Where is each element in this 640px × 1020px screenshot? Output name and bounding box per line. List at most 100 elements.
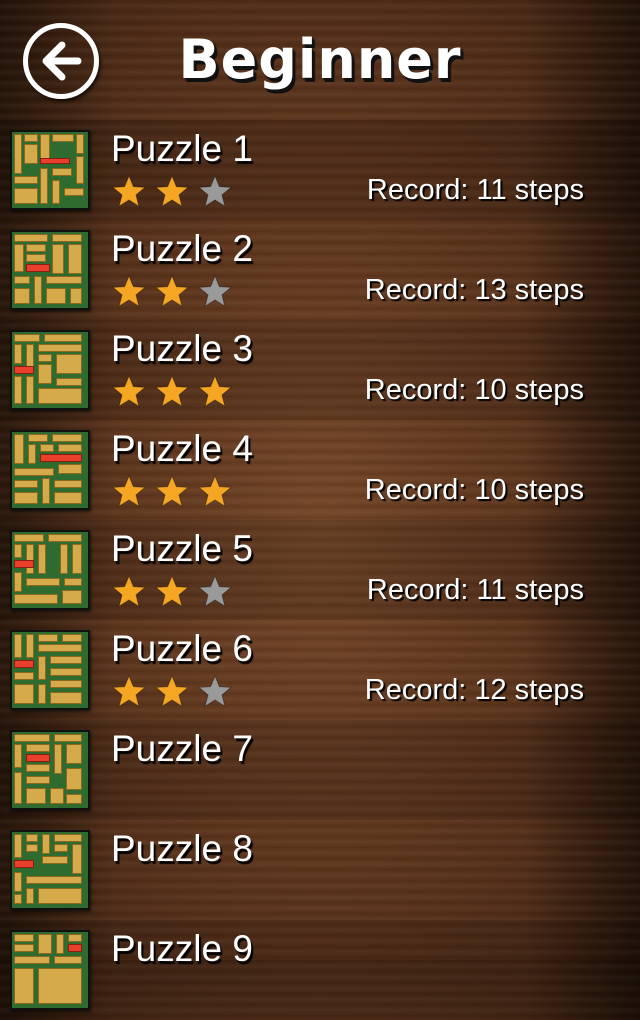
puzzle-block — [50, 680, 82, 688]
puzzle-block — [54, 492, 82, 504]
puzzle-thumbnail — [10, 430, 90, 510]
puzzle-block — [70, 288, 82, 304]
page-title: Beginner — [178, 28, 462, 91]
puzzle-block — [24, 134, 38, 142]
puzzle-row-5[interactable]: Puzzle 5 Record: 11 steps — [0, 520, 640, 620]
star-filled-icon — [154, 474, 190, 510]
puzzle-block — [56, 934, 64, 954]
puzzle-row-7[interactable]: Puzzle 7 — [0, 720, 640, 820]
puzzle-block — [14, 594, 58, 604]
puzzle-block — [52, 180, 60, 204]
puzzle-block — [40, 168, 48, 204]
puzzle-thumbnail — [10, 230, 90, 310]
puzzle-block — [26, 244, 46, 252]
puzzle-block — [38, 544, 46, 574]
puzzle-block — [56, 354, 82, 374]
puzzle-block — [14, 834, 22, 858]
puzzle-thumbnail — [10, 130, 90, 210]
puzzle-block — [60, 544, 68, 574]
puzzle-block — [54, 480, 82, 488]
puzzle-thumbnail — [10, 830, 90, 910]
puzzle-block — [14, 176, 38, 184]
puzzle-thumbnail — [10, 530, 90, 610]
puzzle-block — [42, 856, 68, 864]
puzzle-block — [58, 444, 82, 452]
puzzle-block — [48, 534, 82, 542]
puzzle-block — [54, 744, 62, 774]
star-empty-icon — [197, 174, 233, 210]
puzzle-block — [50, 788, 64, 804]
puzzle-block — [38, 354, 52, 362]
record-label: Record: 11 steps — [366, 574, 584, 606]
puzzle-row-9[interactable]: Puzzle 9 — [0, 920, 640, 1020]
puzzle-name: Puzzle 7 — [111, 728, 253, 769]
target-block — [14, 660, 34, 668]
puzzle-name: Puzzle 9 — [111, 928, 253, 969]
star-filled-icon — [111, 274, 147, 310]
puzzle-thumbnail — [10, 930, 90, 1010]
star-filled-icon — [197, 374, 233, 410]
puzzle-block — [28, 444, 36, 464]
puzzle-thumbnail — [10, 630, 90, 710]
target-block — [40, 158, 70, 164]
puzzle-block — [14, 968, 34, 1004]
star-empty-icon — [197, 274, 233, 310]
star-filled-icon — [154, 574, 190, 610]
puzzle-block — [38, 656, 46, 680]
puzzle-row-4[interactable]: Puzzle 4 Record: 10 steps — [0, 420, 640, 520]
star-filled-icon — [154, 374, 190, 410]
puzzle-block — [68, 244, 82, 274]
puzzle-block — [38, 388, 82, 404]
puzzle-block — [54, 834, 82, 842]
puzzle-block — [14, 944, 34, 952]
puzzle-block — [38, 364, 52, 384]
puzzle-block — [14, 376, 22, 404]
puzzle-block — [14, 772, 22, 804]
header-bar: Beginner — [0, 0, 640, 120]
puzzle-block — [44, 334, 82, 342]
puzzle-row-6[interactable]: Puzzle 6 Record: 12 steps — [0, 620, 640, 720]
puzzle-block — [38, 684, 46, 704]
puzzle-block — [72, 544, 82, 574]
puzzle-block — [42, 478, 50, 504]
puzzle-block — [14, 276, 30, 284]
puzzle-block — [26, 376, 34, 404]
puzzle-list: Puzzle 1 Record: 11 steps Puzzle 2 Recor… — [0, 120, 640, 1020]
target-block — [26, 754, 50, 762]
puzzle-block — [14, 468, 54, 476]
puzzle-block — [14, 572, 22, 592]
puzzle-block — [14, 434, 24, 464]
target-block — [40, 454, 82, 462]
puzzle-block — [64, 578, 82, 586]
puzzle-row-2[interactable]: Puzzle 2 Record: 13 steps — [0, 220, 640, 320]
record-label: Record: 11 steps — [366, 174, 584, 206]
puzzle-block — [14, 234, 48, 242]
record-label: Record: 10 steps — [364, 374, 584, 406]
puzzle-block — [66, 744, 82, 764]
puzzle-row-8[interactable]: Puzzle 8 — [0, 820, 640, 920]
puzzle-name: Puzzle 2 — [111, 228, 253, 269]
puzzle-row-3[interactable]: Puzzle 3 Record: 10 steps — [0, 320, 640, 420]
puzzle-block — [52, 134, 74, 142]
puzzle-block — [38, 888, 82, 904]
puzzle-block — [14, 134, 22, 174]
puzzle-block — [14, 934, 34, 942]
puzzle-block — [14, 544, 22, 558]
puzzle-row-1[interactable]: Puzzle 1 Record: 11 steps — [0, 120, 640, 220]
puzzle-block — [38, 344, 82, 352]
puzzle-block — [62, 634, 82, 642]
puzzle-block — [26, 744, 50, 752]
puzzle-block — [64, 188, 84, 196]
puzzle-block — [58, 464, 82, 474]
star-rating — [111, 374, 240, 410]
puzzle-block — [26, 544, 34, 574]
puzzle-name: Puzzle 6 — [111, 628, 253, 669]
target-block — [26, 264, 50, 272]
puzzle-block — [26, 254, 46, 262]
star-filled-icon — [111, 674, 147, 710]
puzzle-block — [26, 634, 34, 658]
star-rating — [111, 174, 240, 210]
puzzle-block — [38, 968, 82, 1004]
puzzle-block — [52, 244, 64, 274]
puzzle-block — [54, 956, 82, 964]
